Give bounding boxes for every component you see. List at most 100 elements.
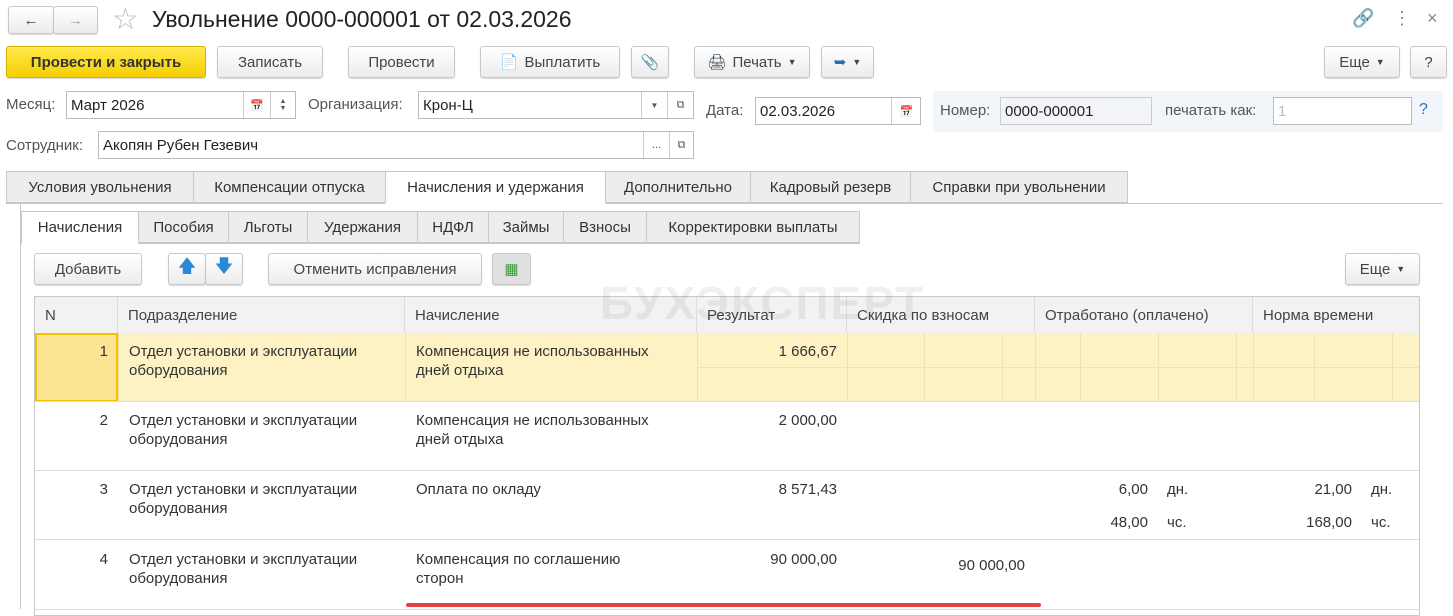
number-field[interactable]: 0000-000001 — [1000, 97, 1152, 125]
result: 2 000,00 — [778, 412, 837, 429]
number-label: Номер: — [940, 102, 991, 119]
accrual-line: Компенсация не использованных — [416, 343, 649, 360]
help-button[interactable]: ? — [1410, 46, 1447, 78]
close-icon[interactable]: × — [1427, 8, 1438, 29]
page-title: Увольнение 0000-000001 от 02.03.2026 — [152, 6, 572, 32]
department-line: Отдел установки и эксплуатации — [129, 551, 358, 568]
arrow-down-icon: 🡇 — [214, 256, 234, 276]
watermark-logo: БУХЭКСПЕРТ — [600, 277, 926, 329]
printer-icon: 🖨 — [707, 54, 727, 71]
row-divider — [35, 401, 1419, 402]
subtab-accruals[interactable]: Начисления — [21, 211, 139, 244]
subtab-privileges[interactable]: Льготы — [228, 211, 308, 243]
select-button[interactable]: ... — [643, 132, 669, 158]
more-button[interactable]: Еще ▼ — [1324, 46, 1400, 78]
col-n[interactable]: N — [35, 297, 118, 333]
row-number: 4 — [99, 551, 108, 568]
month-value: Март 2026 — [71, 96, 145, 114]
calendar-icon[interactable]: 📅 — [891, 98, 921, 124]
row-number: 3 — [99, 481, 108, 498]
date-field[interactable]: 02.03.2026 📅 — [755, 97, 921, 125]
result: 90 000,00 — [770, 551, 837, 568]
add-button[interactable]: Добавить — [34, 253, 142, 285]
create-based-on-button[interactable]: ➥ ▼ — [821, 46, 874, 78]
discount: 90 000,00 — [958, 557, 1025, 574]
tab-accruals-deductions[interactable]: Начисления и удержания — [385, 171, 606, 204]
tab-certificates[interactable]: Справки при увольнении — [910, 171, 1128, 203]
move-up-button[interactable]: 🡅 — [168, 253, 206, 285]
department-line: оборудования — [129, 500, 228, 517]
chevron-down-icon[interactable]: ▼ — [641, 92, 667, 118]
col-department[interactable]: Подразделение — [118, 297, 405, 333]
employee-value: Акопян Рубен Гезевич — [103, 136, 259, 154]
tabs-baseline — [6, 203, 1443, 204]
month-field[interactable]: Март 2026 📅 ▲ ▼ — [66, 91, 296, 119]
help-link[interactable]: ? — [1419, 101, 1428, 119]
norm-hours-unit: чс. — [1371, 514, 1391, 531]
print-label: Печать — [732, 53, 782, 71]
employee-label: Сотрудник: — [6, 137, 84, 154]
department: Отдел установки и эксплуатации оборудован… — [129, 550, 357, 588]
tab-vacation-compensation[interactable]: Компенсации отпуска — [193, 171, 386, 203]
employee-field[interactable]: Акопян Рубен Гезевич ... ⧉ — [98, 131, 694, 159]
subtab-loans[interactable]: Займы — [488, 211, 564, 243]
department-line: Отдел установки и эксплуатации — [129, 412, 358, 429]
organization-value: Крон-Ц — [423, 96, 473, 114]
attach-button[interactable]: 📎 — [631, 46, 669, 78]
paperclip-icon: 📎 — [640, 54, 660, 71]
column-divider — [405, 333, 406, 402]
department-line: Отдел установки и эксплуатации — [129, 481, 358, 498]
more-label: Еще — [1359, 260, 1391, 278]
department: Отдел установки и эксплуатации оборудован… — [129, 342, 357, 380]
accrual-line: дней отдыха — [416, 362, 504, 379]
subtab-ndfl[interactable]: НДФЛ — [417, 211, 489, 243]
table-more-button[interactable]: Еще ▼ — [1345, 253, 1420, 285]
back-button[interactable]: ← — [8, 6, 54, 34]
department-line: Отдел установки и эксплуатации — [129, 343, 358, 360]
number-value: 0000-000001 — [1005, 102, 1094, 120]
chevron-down-icon: ▼ — [1396, 264, 1406, 274]
tab-personnel-reserve[interactable]: Кадровый резерв — [750, 171, 911, 203]
save-button[interactable]: Записать — [217, 46, 323, 78]
table-add-icon: ▦ — [504, 261, 519, 278]
forward-button[interactable]: → — [53, 6, 98, 34]
favorite-star-icon[interactable]: ☆ — [112, 2, 139, 37]
tab-additional[interactable]: Дополнительно — [605, 171, 751, 203]
subtab-contributions[interactable]: Взносы — [563, 211, 647, 243]
link-icon[interactable]: 🔗 — [1352, 8, 1374, 29]
worked-hours: 48,00 — [1110, 514, 1148, 531]
print-button[interactable]: 🖨 Печать ▼ — [694, 46, 810, 78]
organization-field[interactable]: Крон-Ц ▼ ⧉ — [418, 91, 694, 119]
print-as-label: печатать как: — [1165, 102, 1257, 119]
document-arrow-icon: ➥ — [833, 54, 847, 71]
department-line: оборудования — [129, 570, 228, 587]
calendar-icon[interactable]: 📅 — [243, 92, 270, 118]
month-stepper[interactable]: ▲ ▼ — [270, 92, 295, 118]
accrual-line: Оплата по окладу — [416, 481, 541, 498]
move-down-button[interactable]: 🡇 — [205, 253, 243, 285]
organization-label: Организация: — [308, 96, 403, 113]
department-line: оборудования — [129, 362, 228, 379]
col-norm[interactable]: Норма времени — [1253, 297, 1419, 333]
accrual: Оплата по окладу — [416, 480, 541, 499]
tab-dismissal-conditions[interactable]: Условия увольнения — [6, 171, 194, 203]
add-column-button[interactable]: ▦ — [492, 253, 531, 285]
subtab-payment-adjustments[interactable]: Корректировки выплаты — [646, 211, 860, 243]
accrual-line: дней отдыха — [416, 431, 504, 448]
open-icon[interactable]: ⧉ — [667, 92, 693, 118]
chevron-down-icon: ▼ — [1375, 57, 1385, 67]
col-worked[interactable]: Отработано (оплачено) — [1035, 297, 1253, 333]
post-button[interactable]: Провести — [348, 46, 455, 78]
result: 8 571,43 — [778, 481, 837, 498]
post-and-close-button[interactable]: Провести и закрыть — [6, 46, 206, 78]
open-icon[interactable]: ⧉ — [669, 132, 693, 158]
subtab-deductions[interactable]: Удержания — [307, 211, 418, 243]
red-underline — [406, 603, 1041, 607]
row-number: 2 — [99, 412, 108, 429]
subtab-benefits[interactable]: Пособия — [138, 211, 229, 243]
pay-button[interactable]: 📄 Выплатить — [480, 46, 620, 78]
print-as-field[interactable]: 1 — [1273, 97, 1412, 125]
department: Отдел установки и эксплуатации оборудован… — [129, 480, 357, 518]
cancel-corrections-button[interactable]: Отменить исправления — [268, 253, 482, 285]
menu-dots-icon[interactable]: ⋮ — [1393, 8, 1411, 29]
